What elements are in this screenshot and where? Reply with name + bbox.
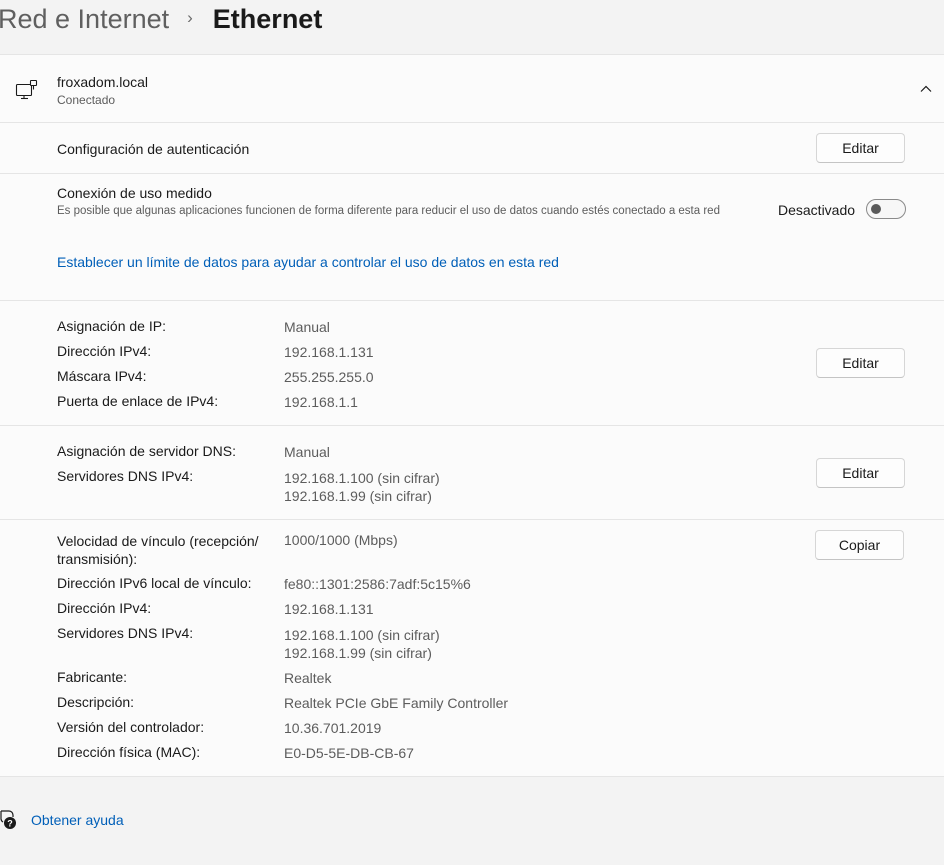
dns-server-primary: 192.168.1.100 (sin cifrar) <box>284 470 440 486</box>
divider <box>0 425 944 426</box>
ip-edit-button[interactable]: Editar <box>816 348 905 378</box>
manufacturer-value: Realtek <box>284 670 332 686</box>
link-speed-label-line2: transmisión): <box>57 551 138 567</box>
dns-assignment-value: Manual <box>284 444 330 460</box>
help-chat-icon[interactable]: ? <box>0 810 18 830</box>
ipv4-mask-label: Máscara IPv4: <box>57 368 147 384</box>
data-limit-link[interactable]: Establecer un límite de datos para ayuda… <box>57 254 559 270</box>
prop-dns-secondary: 192.168.1.99 (sin cifrar) <box>284 645 432 661</box>
metered-connection-description: Es posible que algunas aplicaciones func… <box>57 205 720 217</box>
metered-connection-toggle[interactable] <box>866 199 906 219</box>
dns-edit-button[interactable]: Editar <box>816 458 905 488</box>
ethernet-computer-icon <box>15 79 38 100</box>
divider <box>0 173 944 174</box>
get-help-link[interactable]: Obtener ayuda <box>31 812 124 828</box>
breadcrumb: Red e Internet › Ethernet <box>0 0 322 38</box>
auth-edit-button[interactable]: Editar <box>816 133 905 163</box>
dns-server-secondary: 192.168.1.99 (sin cifrar) <box>284 488 432 504</box>
mac-address-value: E0-D5-5E-DB-CB-67 <box>284 745 414 761</box>
metered-connection-label: Conexión de uso medido <box>57 185 212 201</box>
link-speed-label-line1: Velocidad de vínculo (recepción/ <box>57 533 259 549</box>
breadcrumb-separator: › <box>187 8 193 27</box>
dns-assignment-label: Asignación de servidor DNS: <box>57 443 236 459</box>
ipv4-address-value: 192.168.1.131 <box>284 344 374 360</box>
ipv4-address-label: Dirección IPv4: <box>57 343 152 359</box>
prop-ipv4-label: Dirección IPv4: <box>57 600 152 616</box>
chevron-up-icon[interactable] <box>918 81 934 97</box>
dns-servers-label: Servidores DNS IPv4: <box>57 468 194 484</box>
ip-assignment-value: Manual <box>284 319 330 335</box>
ipv6-value: fe80::1301:2586:7adf:5c15%6 <box>284 576 471 592</box>
description-label: Descripción: <box>57 694 135 710</box>
description-value: Realtek PCIe GbE Family Controller <box>284 695 509 711</box>
network-header-card[interactable]: froxadom.local Conectado <box>0 54 944 123</box>
network-status: Conectado <box>57 93 116 107</box>
link-speed-value: 1000/1000 (Mbps) <box>284 532 398 548</box>
auth-settings-label: Configuración de autenticación <box>57 141 250 157</box>
mac-address-label: Dirección física (MAC): <box>57 744 201 760</box>
divider <box>0 519 944 520</box>
svg-text:?: ? <box>7 819 13 829</box>
ipv4-mask-value: 255.255.255.0 <box>284 369 374 385</box>
breadcrumb-parent[interactable]: Red e Internet <box>0 4 169 35</box>
prop-dns-label: Servidores DNS IPv4: <box>57 625 194 641</box>
ip-assignment-label: Asignación de IP: <box>57 318 166 334</box>
page-title: Ethernet <box>212 3 323 34</box>
ipv4-gateway-value: 192.168.1.1 <box>284 394 358 410</box>
manufacturer-label: Fabricante: <box>57 669 128 685</box>
prop-ipv4-value: 192.168.1.131 <box>284 601 374 617</box>
divider <box>0 300 944 301</box>
toggle-knob <box>871 204 881 214</box>
network-name: froxadom.local <box>57 74 149 90</box>
driver-version-value: 10.36.701.2019 <box>284 720 382 736</box>
prop-dns-primary: 192.168.1.100 (sin cifrar) <box>284 627 440 643</box>
driver-version-label: Versión del controlador: <box>57 719 205 735</box>
metered-toggle-state: Desactivado <box>778 202 856 218</box>
link-speed-label: Velocidad de vínculo (recepción/ transmi… <box>57 532 259 568</box>
ipv4-gateway-label: Puerta de enlace de IPv4: <box>57 393 219 409</box>
ipv6-label: Dirección IPv6 local de vínculo: <box>57 575 252 591</box>
copy-button[interactable]: Copiar <box>815 530 904 560</box>
